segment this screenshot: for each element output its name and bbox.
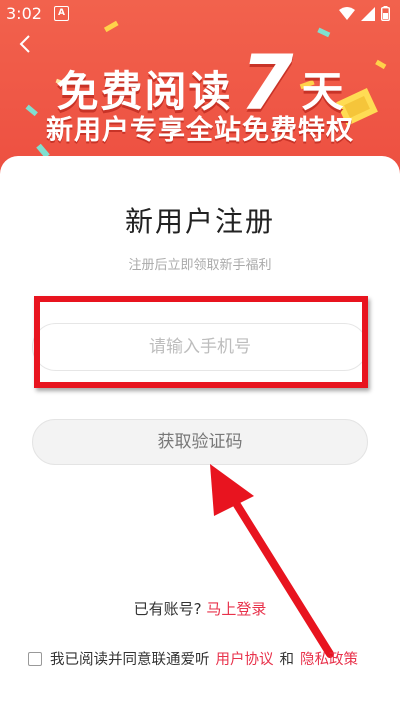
agreement-text: 我已阅读并同意联通爱听	[50, 652, 210, 668]
user-agreement-link[interactable]: 用户协议	[216, 648, 274, 669]
agreement-and-text: 和	[279, 652, 295, 668]
get-verification-code-button[interactable]: 获取验证码	[32, 419, 368, 465]
login-prompt: 已有账号? 马上登录	[0, 598, 400, 619]
page-subtitle: 注册后立即领取新手福利	[128, 258, 272, 273]
agreement-checkbox[interactable]	[28, 651, 42, 666]
have-account-text: 已有账号?	[133, 600, 202, 618]
page-title: 新用户注册	[124, 205, 275, 238]
promo-subline: 新用户专享全站免费特权	[46, 115, 354, 146]
login-link[interactable]: 马上登录	[206, 600, 266, 618]
agreement-row: 我已阅读并同意联通爱听 用户协议 和 隐私政策	[28, 648, 388, 669]
phone-number-input[interactable]	[32, 323, 368, 371]
privacy-policy-link[interactable]: 隐私政策	[300, 648, 358, 669]
